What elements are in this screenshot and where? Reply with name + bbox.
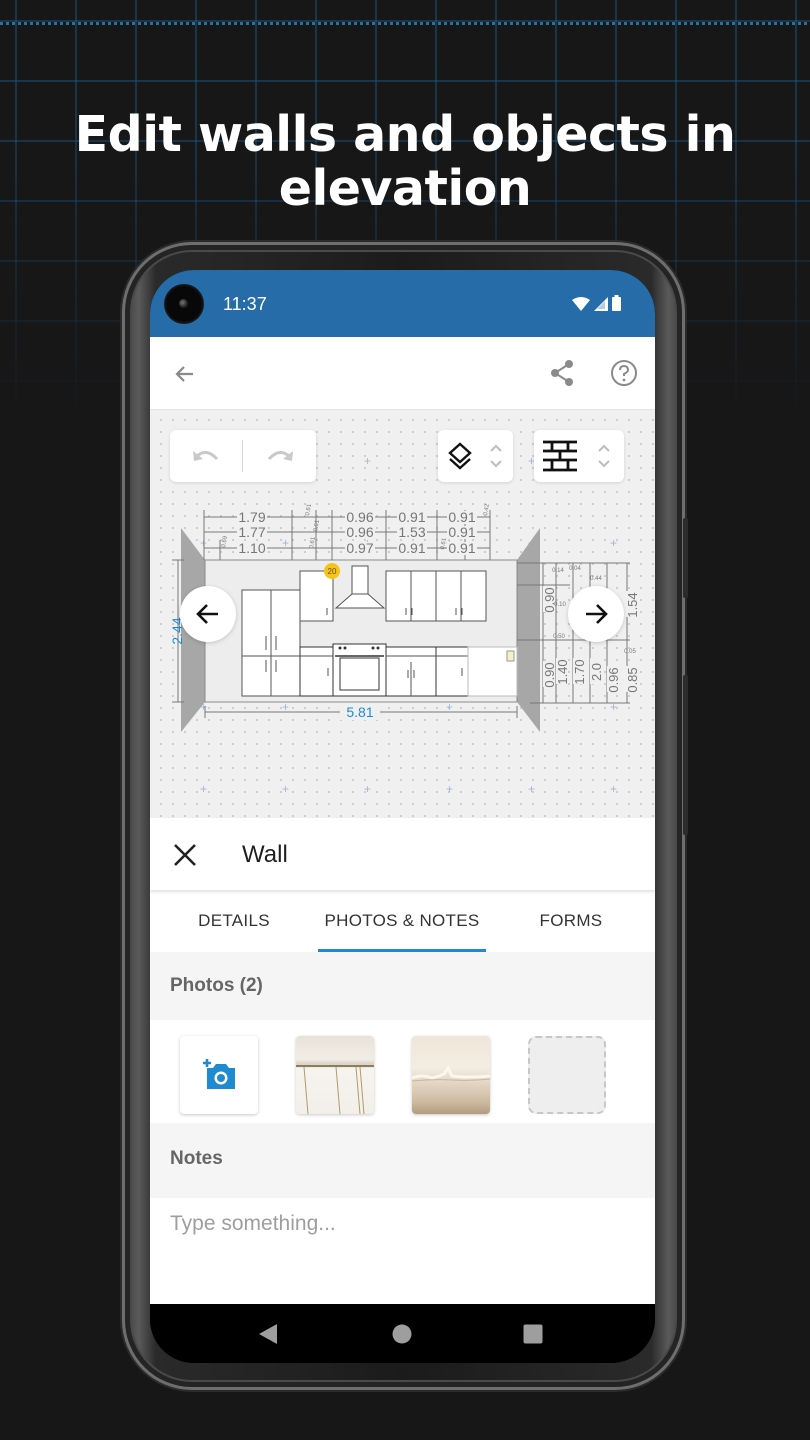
fridge: [241, 589, 301, 697]
side-small-label: 0.14: [552, 568, 564, 574]
photos-row: [150, 1020, 655, 1123]
side-dimension-label: 1.54: [625, 592, 640, 617]
system-back-button[interactable]: [250, 1319, 286, 1349]
wall-cabinets-right: [385, 570, 487, 622]
status-time: 11:37: [223, 294, 267, 314]
photo-thumbnail-2[interactable]: [412, 1036, 490, 1114]
signal-icon: [594, 297, 608, 311]
sheet-title: Wall: [242, 841, 288, 868]
top-dimension-label: 0.91: [448, 524, 475, 540]
photos-heading: Photos (2): [150, 952, 655, 1020]
top-dimension-label: 0.91: [448, 540, 475, 556]
system-nav-bar: [150, 1304, 655, 1363]
tab-forms[interactable]: FORMS: [510, 890, 632, 952]
tab-bar: DETAILS PHOTOS & NOTES FORMS: [150, 890, 655, 952]
base-cabinets: [299, 643, 469, 697]
side-small-label: 0.10: [554, 602, 566, 608]
photo-ceiling-cracks: [296, 1065, 374, 1114]
app-bar: [150, 337, 655, 410]
photo-water-damage: [412, 1065, 490, 1082]
arrow-right-icon: [586, 604, 608, 624]
wall-cabinet: [299, 570, 334, 622]
share-icon: [551, 360, 573, 386]
top-dimension-label: 1.10: [238, 540, 265, 556]
side-dimension-label: 1.40: [555, 659, 570, 684]
headline: Edit walls and objects in elevation: [0, 108, 810, 216]
battery-icon: [612, 295, 621, 311]
side-dimension-label: 1.70: [572, 659, 587, 684]
top-dimension-label: 1.77: [238, 524, 265, 540]
notes-input[interactable]: [170, 1212, 635, 1292]
status-bar: 11:37: [150, 270, 655, 337]
tab-details[interactable]: DETAILS: [170, 890, 298, 952]
headline-line-2: elevation: [278, 160, 532, 217]
top-dimension-label: 1.79: [238, 509, 265, 525]
badge-label: 20: [328, 567, 337, 576]
side-dimension-label: 0.96: [606, 667, 621, 692]
top-dimension-label: 0.91: [448, 509, 475, 525]
bottom-sheet-header: Wall: [150, 818, 655, 890]
help-button[interactable]: [605, 354, 643, 392]
notes-area: [150, 1198, 655, 1304]
small-dimension-label: 0.69: [221, 535, 229, 548]
wall-width-label: 5.81: [346, 704, 373, 720]
side-small-label: 0.05: [624, 649, 636, 655]
headline-line-1: Edit walls and objects in: [74, 106, 736, 163]
phone-screen: 11:37 ++++++++++++++++++++++++++++++: [150, 270, 655, 1363]
photo-thumbnail-1[interactable]: [296, 1036, 374, 1114]
side-small-label: 0.50: [553, 634, 565, 640]
phone-power-button: [683, 675, 688, 835]
notes-heading: Notes: [150, 1123, 655, 1198]
empty-photo-slot: [528, 1036, 606, 1114]
system-home-button[interactable]: [384, 1319, 420, 1349]
small-dimension-label: 0.61: [313, 519, 321, 532]
add-photo-camera-icon: [203, 1059, 235, 1089]
side-dimension-label: 0.90: [542, 587, 557, 612]
next-wall-button[interactable]: [568, 586, 624, 642]
phone-volume-button: [683, 518, 688, 598]
side-dimension-label: 2.0: [589, 663, 604, 681]
close-icon: [174, 844, 196, 866]
top-dimension-label: 0.91: [398, 509, 425, 525]
top-dimension-label: 0.96: [346, 509, 373, 525]
side-small-label: 0.04: [569, 566, 581, 572]
front-camera: [166, 286, 202, 322]
add-photo-button[interactable]: [180, 1036, 258, 1114]
status-icons: [572, 295, 621, 311]
previous-wall-button[interactable]: [180, 586, 236, 642]
outlet-marker: [506, 650, 515, 662]
background-grid-line: [0, 22, 810, 25]
side-small-label: 0.44: [590, 576, 602, 582]
top-dimension-label: 1.53: [398, 524, 425, 540]
side-dimension-label: 0.85: [625, 667, 640, 692]
tab-photos-notes[interactable]: PHOTOS & NOTES: [318, 890, 486, 952]
nav-back-icon: [259, 1324, 277, 1344]
close-sheet-button[interactable]: [168, 838, 202, 872]
nav-home-icon: [392, 1324, 412, 1344]
elevation-canvas[interactable]: ++++++++++++++++++++++++++++++: [150, 410, 655, 818]
small-dimension-label: 0.61: [305, 503, 313, 516]
help-circle-icon: [611, 360, 637, 386]
arrow-left-icon: [175, 366, 193, 382]
top-dimension-label: 0.97: [346, 540, 373, 556]
arrow-left-icon: [196, 604, 218, 624]
share-button[interactable]: [543, 354, 581, 392]
nav-recents-icon: [523, 1324, 543, 1344]
top-dimension-labels: 1.79 0.96 0.91 0.911.77 0.96 1.53 0.911.10 0.97…: [221, 503, 491, 556]
top-dimension-label: 0.96: [346, 524, 373, 540]
back-button[interactable]: [166, 355, 204, 393]
system-recents-button[interactable]: [515, 1319, 551, 1349]
wifi-icon: [572, 297, 590, 311]
top-dimension-label: 0.91: [398, 540, 425, 556]
right-wall-wedge: [517, 528, 540, 732]
